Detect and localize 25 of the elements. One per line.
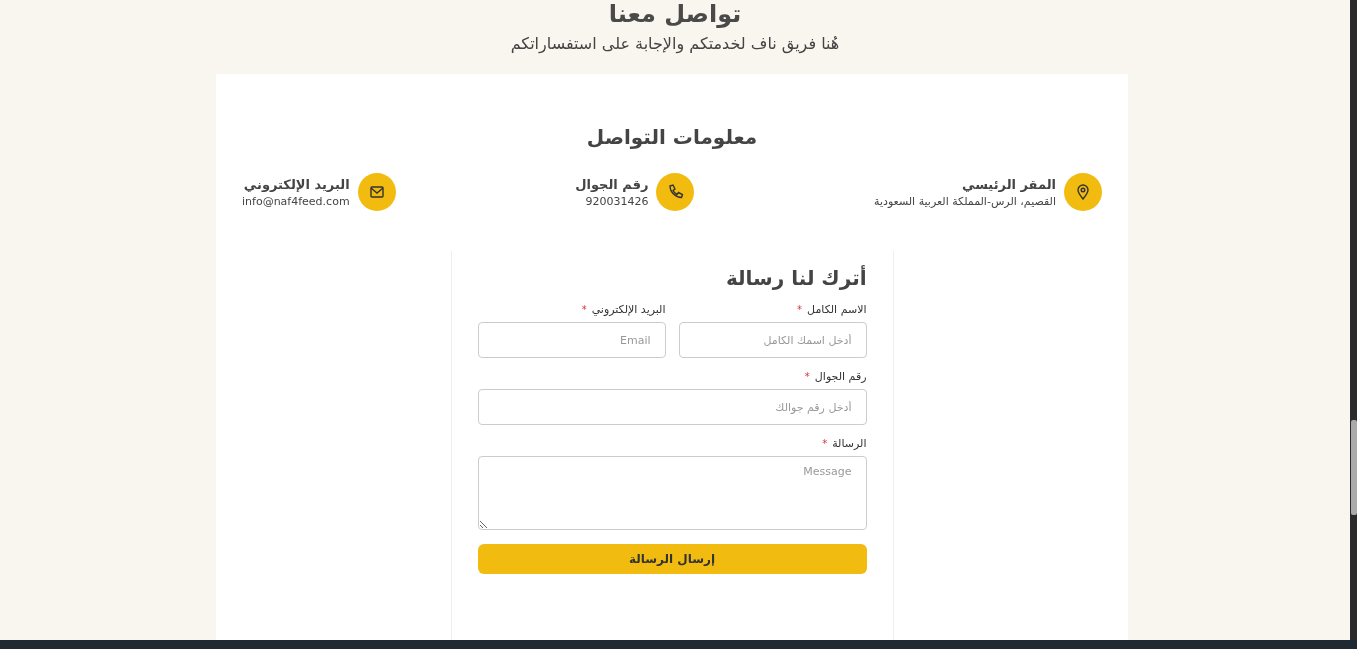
- field-label: البريد الإلكتروني: [591, 303, 666, 316]
- section-title: معلومات التواصل: [586, 124, 758, 151]
- contact-value: القصيم، الرس-المملكة العربية السعودية: [874, 194, 1056, 208]
- required-mark: *: [797, 304, 803, 315]
- required-mark: *: [822, 438, 828, 449]
- contact-label: رقم الجوال: [575, 176, 649, 192]
- location-pin-icon: [1064, 173, 1102, 211]
- input-field[interactable]: Email: [477, 322, 666, 358]
- contact-value: 920031426: [584, 194, 649, 208]
- required-mark: *: [804, 371, 810, 382]
- field-label: الاسم الكامل: [807, 303, 867, 316]
- required-mark: *: [581, 304, 587, 315]
- contact-label: المقر الرئيسي: [961, 176, 1056, 192]
- envelope-icon: [357, 173, 396, 211]
- contact-label: البريد الإلكتروني: [242, 176, 350, 192]
- phone-icon: [656, 173, 695, 211]
- page-title: تواصل معنا: [608, 0, 742, 28]
- field-label: الرسالة: [832, 437, 867, 450]
- page-subtitle: هُنا فريق ناف لخدمتكم والإجابة على استفساراتكم: [510, 34, 840, 54]
- message-field[interactable]: Message: [477, 456, 867, 530]
- scrollbar[interactable]: [1350, 0, 1357, 640]
- contact-value: info@naf4feed.com: [242, 194, 350, 208]
- submit-button[interactable]: إرسال الرسالة: [477, 544, 867, 574]
- field-label: رقم الجوال: [814, 370, 867, 383]
- form-title: أترك لنا رسالة: [724, 265, 867, 291]
